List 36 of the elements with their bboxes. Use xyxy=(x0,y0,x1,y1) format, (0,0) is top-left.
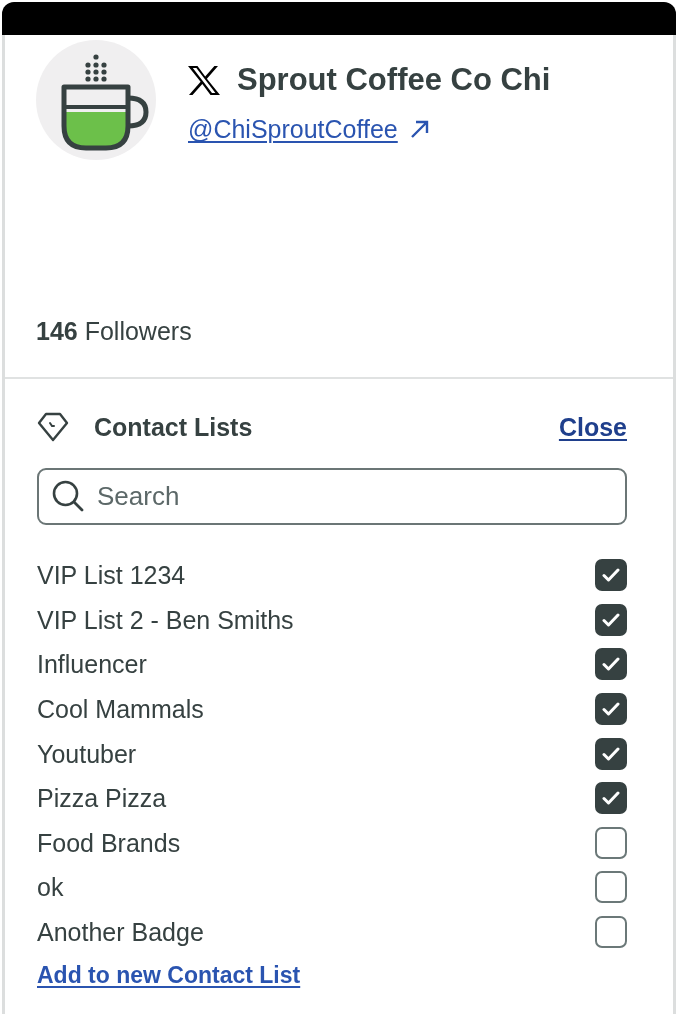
followers-count: 146 Followers xyxy=(36,317,192,345)
x-logo-icon xyxy=(188,65,220,95)
checkbox[interactable] xyxy=(595,826,627,859)
profile-name: Sprout Coffee Co Chi xyxy=(237,63,551,97)
checkbox[interactable] xyxy=(595,916,627,949)
check-icon xyxy=(602,657,620,672)
checkbox[interactable] xyxy=(595,603,627,636)
contact-list-name: VIP List 2 - Ben Smiths xyxy=(37,604,294,635)
search-icon xyxy=(52,480,84,512)
arrow-up-right-icon xyxy=(409,119,429,139)
checkbox[interactable] xyxy=(595,782,627,815)
checkbox[interactable] xyxy=(595,737,627,770)
contact-list-name: Pizza Pizza xyxy=(37,783,167,814)
coffee-cup-icon xyxy=(36,40,156,160)
contact-lists-title: Contact Lists xyxy=(94,412,253,443)
contact-list-name: Cool Mammals xyxy=(37,694,204,725)
add-contact-list-link[interactable]: Add to new Contact List xyxy=(37,961,301,990)
contact-list-name: Food Brands xyxy=(37,827,181,858)
contact-list-name: ok xyxy=(37,872,64,903)
contact-list-name: Influencer xyxy=(37,649,147,680)
close-link[interactable]: Close xyxy=(558,411,627,443)
contact-list-name: VIP List 1234 xyxy=(37,560,186,591)
search-field[interactable]: Search xyxy=(37,468,627,525)
checkbox[interactable] xyxy=(595,693,627,726)
check-icon xyxy=(602,702,620,717)
check-icon xyxy=(602,612,620,627)
check-icon xyxy=(602,746,620,761)
checkbox[interactable] xyxy=(595,871,627,904)
contact-list-name: Youtuber xyxy=(37,738,137,769)
contact-list-name: Another Badge xyxy=(37,917,204,948)
checkbox[interactable] xyxy=(595,559,627,592)
gem-icon xyxy=(37,412,69,442)
profile-handle-link[interactable]: @ChiSproutCoffee xyxy=(188,114,398,144)
check-icon xyxy=(602,568,620,583)
checkbox[interactable] xyxy=(595,648,627,681)
check-icon xyxy=(602,791,620,806)
